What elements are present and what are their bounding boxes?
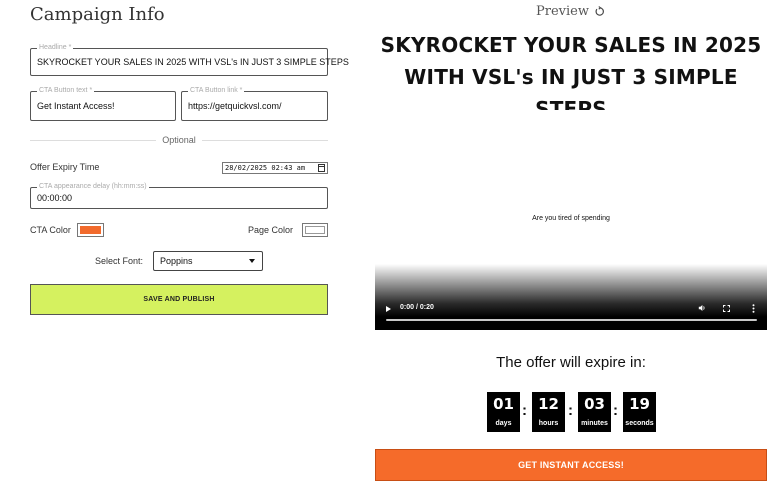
countdown-minutes-value: 03: [584, 395, 605, 413]
cta-button-text-field[interactable]: CTA Button text * Get Instant Access!: [30, 86, 176, 121]
countdown-hours: 12 hours: [532, 392, 565, 432]
video-progress-bar[interactable]: [386, 319, 757, 321]
video-caption: Are you tired of spending: [532, 215, 610, 222]
font-select-value: Poppins: [160, 256, 193, 266]
select-font-label: Select Font:: [95, 256, 144, 266]
page-color-label: Page Color: [248, 225, 294, 235]
cta-color-label: CTA Color: [30, 225, 71, 235]
volume-icon[interactable]: [698, 304, 706, 312]
countdown-minutes-unit: minutes: [581, 420, 608, 427]
cta-color-fill: [80, 226, 101, 234]
play-icon[interactable]: [386, 306, 391, 312]
offer-expiry-label: Offer Expiry Time: [30, 162, 100, 172]
cta-button-link-input[interactable]: https://getquickvsl.com/: [188, 92, 282, 120]
countdown-separator: :: [522, 402, 527, 419]
video-time: 0:00 / 0:20: [400, 304, 434, 311]
chevron-down-icon: [249, 259, 255, 263]
cta-button-text-input[interactable]: Get Instant Access!: [37, 92, 115, 120]
countdown-days-value: 01: [493, 395, 514, 413]
cta-delay-field[interactable]: CTA appearance delay (hh:mm:ss) 00:00:00: [30, 182, 328, 209]
offer-expiry-value: 28/02/2025 02:43 am: [225, 164, 306, 172]
get-instant-access-button[interactable]: GET INSTANT ACCESS!: [375, 449, 767, 481]
divider-line-right: [201, 139, 328, 141]
more-options-icon[interactable]: [752, 304, 755, 313]
countdown-seconds-unit: seconds: [625, 420, 654, 427]
font-select[interactable]: Poppins: [153, 251, 263, 271]
video-controls: 0:00 / 0:20: [375, 298, 767, 330]
countdown-separator: :: [568, 402, 573, 419]
page-color-picker[interactable]: [302, 223, 328, 237]
optional-label: Optional: [162, 135, 196, 145]
countdown-seconds-value: 19: [629, 395, 650, 413]
divider-line-left: [30, 139, 157, 141]
headline-input[interactable]: SKYROCKET YOUR SALES IN 2025 WITH VSL's …: [37, 49, 349, 75]
countdown-hours-value: 12: [538, 395, 559, 413]
countdown-days: 01 days: [487, 392, 520, 432]
countdown-separator: :: [613, 402, 618, 419]
optional-divider: Optional: [30, 134, 328, 146]
preview-label: Preview: [536, 4, 589, 19]
cta-button-link-field[interactable]: CTA Button link * https://getquickvsl.co…: [181, 86, 328, 121]
fullscreen-icon[interactable]: [723, 305, 730, 312]
video-player[interactable]: Are you tired of spending 0:00 / 0:20: [375, 110, 767, 330]
offer-expiry-datetime-input[interactable]: 28/02/2025 02:43 am: [222, 162, 328, 174]
countdown-hours-unit: hours: [538, 420, 559, 427]
offer-expire-text: The offer will expire in:: [496, 354, 646, 371]
headline-field[interactable]: Headline * SKYROCKET YOUR SALES IN 2025 …: [30, 43, 349, 76]
countdown-seconds: 19 seconds: [623, 392, 656, 432]
save-and-publish-button[interactable]: SAVE AND PUBLISH: [30, 284, 328, 315]
preview-headline-line-1: SKYROCKET YOUR SALES IN 2025: [380, 33, 762, 57]
calendar-icon[interactable]: [318, 164, 325, 172]
countdown-days-unit: days: [495, 420, 512, 427]
countdown-minutes: 03 minutes: [578, 392, 611, 432]
cta-color-picker[interactable]: [77, 223, 104, 237]
refresh-icon[interactable]: [594, 6, 605, 17]
preview-header: Preview: [536, 4, 605, 19]
page-color-fill: [305, 226, 325, 234]
cta-delay-input[interactable]: 00:00:00: [37, 188, 72, 208]
page-title: Campaign Info: [30, 4, 165, 25]
